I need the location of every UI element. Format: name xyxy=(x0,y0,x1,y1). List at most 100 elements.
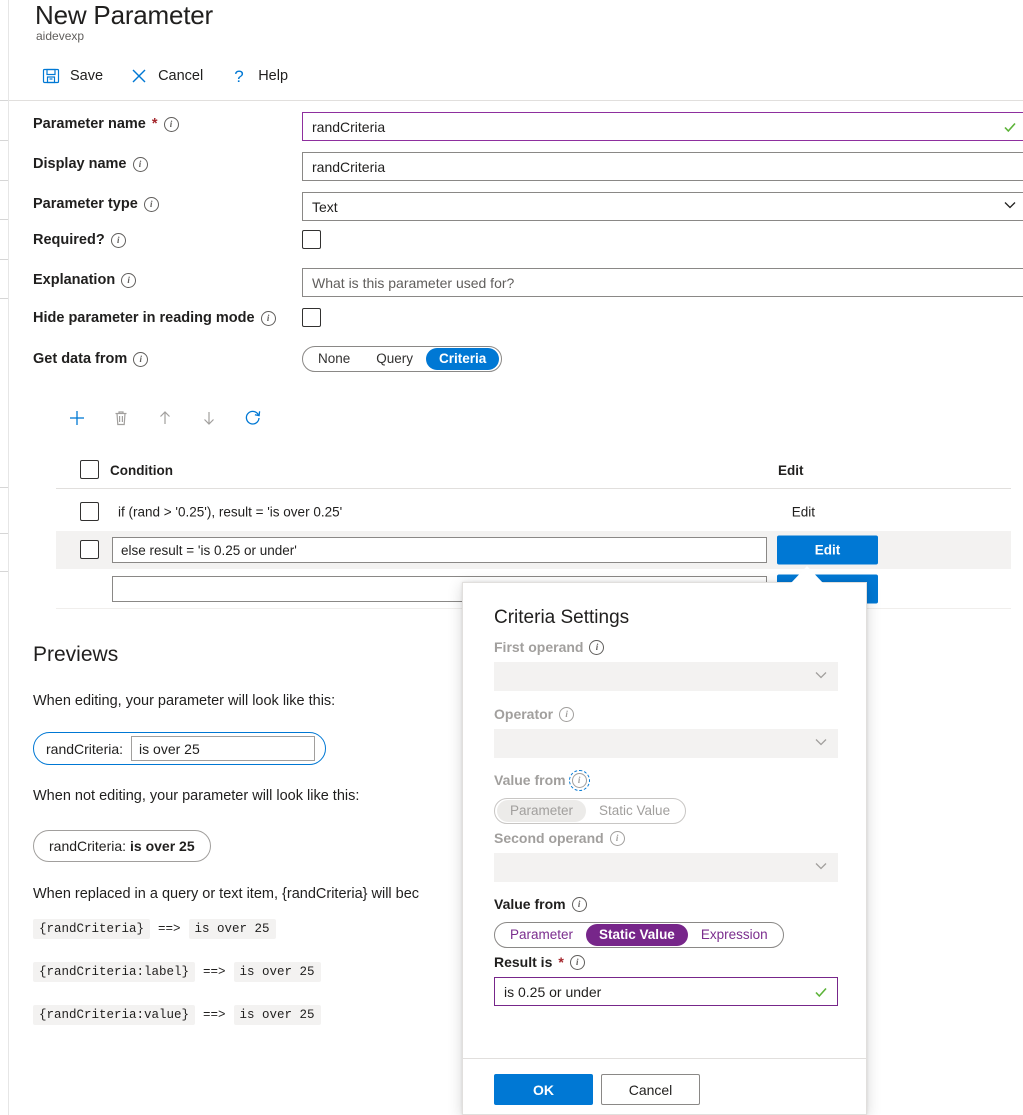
left-panel-edge xyxy=(0,0,9,1115)
criteria-settings-footer: OK Cancel xyxy=(463,1058,867,1114)
value-from-2-label: Value from i xyxy=(494,896,587,912)
arrow-down-icon[interactable] xyxy=(196,405,222,431)
result-is-field-wrap xyxy=(494,977,838,1006)
parameter-type-dropdown[interactable]: Text xyxy=(302,192,1023,221)
result-is-input[interactable] xyxy=(494,977,838,1006)
question-icon: ? xyxy=(229,66,249,86)
row-checkbox[interactable] xyxy=(80,502,99,521)
criteria-settings-title: Criteria Settings xyxy=(494,607,629,629)
refresh-icon[interactable] xyxy=(240,405,266,431)
help-label: Help xyxy=(258,68,288,84)
previews-replaced-caption: When replaced in a query or text item, {… xyxy=(33,886,419,902)
page-subtitle: aidevexp xyxy=(36,29,84,43)
popup-cancel-button[interactable]: Cancel xyxy=(601,1074,700,1105)
operator-dropdown[interactable] xyxy=(494,729,838,758)
required-checkbox[interactable] xyxy=(302,230,321,249)
info-icon[interactable]: i xyxy=(133,352,148,367)
info-icon[interactable]: i xyxy=(261,311,276,326)
parameter-name-input[interactable] xyxy=(302,112,1023,141)
row-edit-link[interactable]: Edit xyxy=(792,505,815,520)
second-operand-label: Second operand i xyxy=(494,830,625,846)
chevron-down-icon xyxy=(814,735,828,752)
explanation-input[interactable] xyxy=(302,268,1023,297)
save-button[interactable]: Save xyxy=(35,63,113,89)
replacement-arrow: ==> xyxy=(203,1008,226,1022)
info-icon[interactable]: i xyxy=(610,831,625,846)
criteria-settings-popup: Criteria Settings First operand i Operat… xyxy=(462,582,867,1115)
info-icon[interactable]: i xyxy=(111,233,126,248)
operator-label: Operator i xyxy=(494,706,574,722)
replacement-token: {randCriteria:label} xyxy=(33,962,195,982)
previews-editing-caption: When editing, your parameter will look l… xyxy=(33,693,335,709)
chevron-down-icon xyxy=(814,859,828,876)
value-from-2-option-parameter[interactable]: Parameter xyxy=(497,924,586,946)
trash-icon[interactable] xyxy=(108,405,134,431)
row-edit-button[interactable]: Edit xyxy=(777,536,878,565)
display-name-field-wrap xyxy=(302,152,1023,181)
criteria-settings-body: Criteria Settings First operand i Operat… xyxy=(463,583,867,1061)
parameter-name-label: Parameter name * i xyxy=(33,116,179,132)
replacement-row: {randCriteria} ==> is over 25 xyxy=(33,919,276,939)
parameter-type-value: Text xyxy=(312,199,338,215)
info-icon[interactable]: i xyxy=(589,640,604,655)
parameter-name-field-wrap xyxy=(302,112,1023,141)
table-row[interactable]: if (rand > '0.25'), result = 'is over 0.… xyxy=(56,493,1011,532)
result-is-label: Result is * i xyxy=(494,954,585,970)
replacement-value: is over 25 xyxy=(189,919,276,939)
second-operand-dropdown[interactable] xyxy=(494,853,838,882)
select-all-checkbox[interactable] xyxy=(80,460,99,479)
svg-text:?: ? xyxy=(234,67,243,86)
info-icon[interactable]: i xyxy=(572,773,587,788)
display-name-input[interactable] xyxy=(302,152,1023,181)
table-row[interactable]: Edit xyxy=(56,531,1011,569)
replacement-arrow: ==> xyxy=(158,922,181,936)
preview-editing-chip: randCriteria: xyxy=(33,732,326,765)
cancel-button[interactable]: Cancel xyxy=(123,63,213,89)
add-icon[interactable] xyxy=(64,405,90,431)
get-data-from-option-query[interactable]: Query xyxy=(363,348,426,370)
info-icon[interactable]: i xyxy=(570,955,585,970)
criteria-grid-toolbar xyxy=(64,405,266,431)
info-icon[interactable]: i xyxy=(559,707,574,722)
get-data-from-option-criteria[interactable]: Criteria xyxy=(426,348,499,370)
form-row-explanation: Explanation i xyxy=(9,268,1023,298)
preview-reading-chip: randCriteria: is over 25 xyxy=(33,830,211,862)
value-from-2-option-static[interactable]: Static Value xyxy=(586,924,688,946)
form-row-hide-reading-mode: Hide parameter in reading mode i xyxy=(9,306,1023,332)
info-icon[interactable]: i xyxy=(121,273,136,288)
value-from-1-option-static[interactable]: Static Value xyxy=(586,800,683,822)
replacement-row: {randCriteria:value} ==> is over 25 xyxy=(33,1005,321,1025)
preview-editing-input[interactable] xyxy=(131,736,315,761)
help-button[interactable]: ? Help xyxy=(223,63,298,89)
row-condition-text: if (rand > '0.25'), result = 'is over 0.… xyxy=(118,505,342,520)
required-asterisk: * xyxy=(152,116,158,132)
row-condition-input[interactable] xyxy=(112,537,767,563)
info-icon[interactable]: i xyxy=(572,897,587,912)
value-from-2-option-expression[interactable]: Expression xyxy=(688,924,781,946)
display-name-label: Display name i xyxy=(33,156,148,172)
value-from-1-option-parameter[interactable]: Parameter xyxy=(497,800,586,822)
column-header-edit: Edit xyxy=(778,463,804,478)
save-icon xyxy=(41,66,61,86)
arrow-up-icon[interactable] xyxy=(152,405,178,431)
form-row-required: Required? i xyxy=(9,228,1023,254)
ok-button[interactable]: OK xyxy=(494,1074,593,1105)
column-header-condition: Condition xyxy=(110,463,173,478)
get-data-from-toggle: None Query Criteria xyxy=(302,346,502,372)
form-row-get-data-from: Get data from i None Query Criteria xyxy=(9,346,1023,374)
info-icon[interactable]: i xyxy=(133,157,148,172)
chevron-down-icon xyxy=(814,668,828,685)
save-label: Save xyxy=(70,68,103,84)
get-data-from-option-none[interactable]: None xyxy=(305,348,363,370)
first-operand-label: First operand i xyxy=(494,639,604,655)
replacement-token: {randCriteria} xyxy=(33,919,150,939)
first-operand-dropdown[interactable] xyxy=(494,662,838,691)
row-checkbox[interactable] xyxy=(80,540,99,559)
cancel-label: Cancel xyxy=(158,68,203,84)
replacement-row: {randCriteria:label} ==> is over 25 xyxy=(33,962,321,982)
hide-reading-mode-checkbox[interactable] xyxy=(302,308,321,327)
info-icon[interactable]: i xyxy=(164,117,179,132)
info-icon[interactable]: i xyxy=(144,197,159,212)
required-asterisk: * xyxy=(558,954,563,970)
hide-reading-mode-label: Hide parameter in reading mode i xyxy=(33,310,276,326)
